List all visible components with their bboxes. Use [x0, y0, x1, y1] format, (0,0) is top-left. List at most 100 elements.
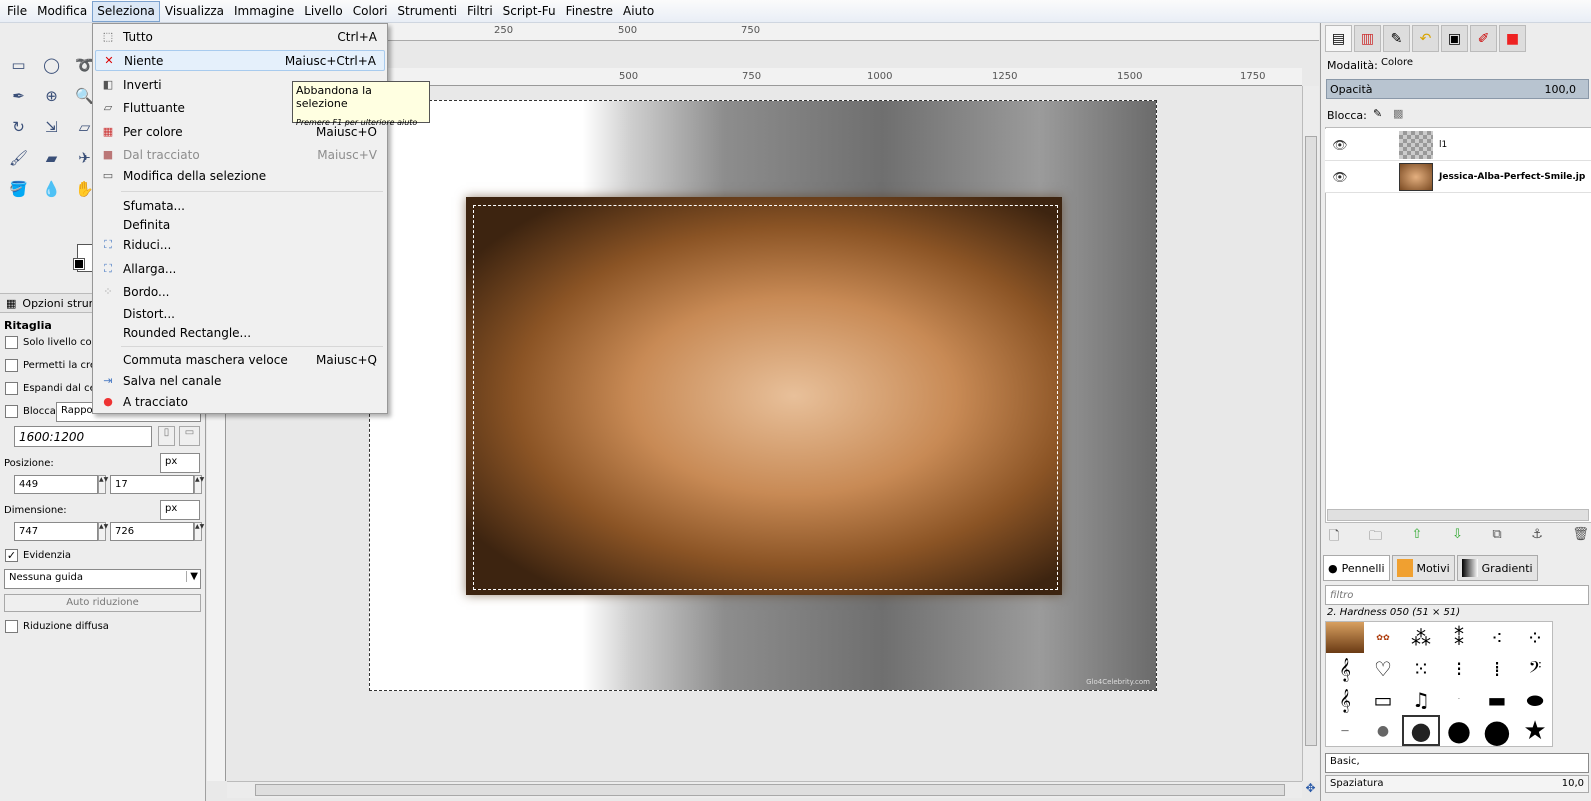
menu-item-salva-canale[interactable]: ⇥ Salva nel canale: [95, 370, 385, 391]
menu-item-modifica-selezione[interactable]: ▭ Modifica della selezione: [95, 165, 385, 186]
menu-item-bordo[interactable]: ⁘ Bordo...: [95, 281, 385, 302]
paths-icon[interactable]: ✒: [4, 82, 33, 109]
image-canvas[interactable]: Glo4Celebrity.com: [369, 100, 1157, 691]
brush-tab-icon[interactable]: ✐: [1470, 25, 1497, 52]
rect-select-icon[interactable]: ▭: [4, 51, 33, 78]
tab-pennelli[interactable]: ● Pennelli: [1323, 555, 1390, 581]
brush-item[interactable]: ⁘: [1516, 622, 1554, 653]
eye-icon[interactable]: 👁: [1325, 138, 1355, 152]
anchor-layer-icon[interactable]: ⚓: [1531, 527, 1543, 549]
brush-item[interactable]: ⁖: [1478, 622, 1516, 653]
color-tab-icon[interactable]: ■: [1499, 25, 1526, 52]
menu-aiuto[interactable]: Aiuto: [618, 1, 659, 22]
brush-item[interactable]: ✿✿: [1364, 622, 1402, 653]
brush-item[interactable]: ⁂: [1402, 622, 1440, 653]
pos-x-field[interactable]: 449: [14, 475, 98, 494]
image-tab-icon[interactable]: ▣: [1441, 25, 1468, 52]
layer-row[interactable]: 👁 l1: [1325, 129, 1591, 161]
brush-item[interactable]: —: [1326, 715, 1364, 746]
solo-livello-checkbox[interactable]: [5, 336, 18, 349]
color-picker-icon[interactable]: ⊕: [37, 82, 66, 109]
brush-item[interactable]: 𝄞: [1326, 653, 1364, 684]
layers-hscroll[interactable]: [1327, 509, 1589, 521]
brush-item[interactable]: ⁙: [1402, 653, 1440, 684]
paths-tab-icon[interactable]: ✎: [1383, 25, 1410, 52]
navigate-icon[interactable]: ✥: [1302, 781, 1319, 798]
menu-script-fu[interactable]: Script-Fu: [498, 1, 561, 22]
brush-item[interactable]: ♡: [1364, 653, 1402, 684]
dim-unit-combo[interactable]: px: [160, 500, 200, 520]
menu-item-allarga[interactable]: ⛶ Allarga...: [95, 258, 385, 279]
opacity-slider[interactable]: Opacità 100,0: [1326, 79, 1589, 99]
menu-strumenti[interactable]: Strumenti: [392, 1, 462, 22]
pos-unit-combo[interactable]: px: [160, 453, 200, 473]
vertical-scroll-thumb[interactable]: [1305, 136, 1317, 746]
layer-group-icon[interactable]: 🗀: [1369, 527, 1382, 549]
dim-w-field[interactable]: 747: [14, 522, 98, 541]
eraser-icon[interactable]: ▰: [37, 144, 66, 171]
menu-item-definita[interactable]: Definita: [95, 214, 385, 235]
menu-filtri[interactable]: Filtri: [462, 1, 498, 22]
brush-item[interactable]: ▬: [1478, 684, 1516, 715]
menu-file[interactable]: File: [2, 1, 32, 22]
evidenzia-checkbox[interactable]: ✓: [5, 549, 18, 562]
brush-item[interactable]: ♫: [1402, 684, 1440, 715]
portrait-icon[interactable]: ▯: [158, 426, 175, 446]
rotate-icon[interactable]: ↻: [4, 113, 33, 140]
layer-row[interactable]: 👁 Jessica-Alba-Perfect-Smile.jp: [1325, 161, 1591, 193]
vertical-scrollbar[interactable]: [1302, 86, 1319, 781]
brush-item[interactable]: ●: [1364, 715, 1402, 746]
menu-colori[interactable]: Colori: [348, 1, 393, 22]
bucket-icon[interactable]: 🪣: [4, 175, 33, 202]
undo-tab-icon[interactable]: ↶: [1412, 25, 1439, 52]
brush-item[interactable]: 𝄞: [1326, 684, 1364, 715]
tab-gradienti[interactable]: Gradienti: [1456, 555, 1538, 581]
layers-tab-icon[interactable]: ▤: [1325, 25, 1352, 52]
ratio-field[interactable]: 1600:1200: [14, 426, 152, 447]
pos-y-field[interactable]: 17: [110, 475, 194, 494]
brush-item-selected[interactable]: ●: [1402, 715, 1440, 746]
canvas-viewport[interactable]: Glo4Celebrity.com: [227, 86, 1302, 781]
tab-motivi[interactable]: Motivi: [1391, 555, 1455, 581]
ellipse-select-icon[interactable]: ◯: [37, 51, 66, 78]
paintbrush-icon[interactable]: 🖌: [4, 144, 33, 171]
channels-tab-icon[interactable]: ▥: [1354, 25, 1381, 52]
brush-item[interactable]: ⁑: [1440, 622, 1478, 653]
dim-w-spinner[interactable]: ▲▼: [98, 522, 108, 541]
scale-icon[interactable]: ⇲: [37, 113, 66, 140]
lock-pixels-icon[interactable]: ✎: [1373, 107, 1382, 120]
guide-combo[interactable]: Nessuna guida ▼: [4, 569, 201, 589]
auto-riduzione-button[interactable]: Auto riduzione: [4, 594, 201, 612]
new-layer-icon[interactable]: 🗋: [1329, 527, 1339, 549]
permetti-checkbox[interactable]: [5, 359, 18, 372]
pos-y-spinner[interactable]: ▲▼: [194, 475, 204, 494]
brush-item[interactable]: ⁝: [1440, 653, 1478, 684]
blur-icon[interactable]: 💧: [37, 175, 66, 202]
lower-layer-icon[interactable]: ⇩: [1452, 527, 1463, 549]
menu-item-distort[interactable]: Distort...: [95, 303, 385, 324]
brush-item[interactable]: ⁞: [1478, 653, 1516, 684]
menu-item-rounded-rectangle[interactable]: Rounded Rectangle...: [95, 322, 385, 343]
delete-layer-icon[interactable]: 🗑: [1572, 527, 1589, 549]
mode-combo[interactable]: Colore: [1377, 55, 1589, 75]
menu-finestre[interactable]: Finestre: [561, 1, 618, 22]
brush-preset-combo[interactable]: Basic,: [1325, 753, 1589, 773]
brush-item[interactable]: ★: [1516, 715, 1554, 746]
menu-livello[interactable]: Livello: [299, 1, 348, 22]
horizontal-scrollbar[interactable]: [227, 781, 1302, 798]
spacing-slider[interactable]: Spaziatura 10,0: [1325, 775, 1589, 793]
menu-seleziona[interactable]: Seleziona: [92, 0, 160, 22]
dim-h-field[interactable]: 726: [110, 522, 194, 541]
blocca-checkbox[interactable]: [5, 405, 18, 418]
eye-icon[interactable]: 👁: [1325, 170, 1355, 184]
foreground-color-swatch[interactable]: [73, 258, 85, 270]
pos-x-spinner[interactable]: ▲▼: [98, 475, 108, 494]
brush-filter-input[interactable]: [1325, 585, 1589, 605]
dim-h-spinner[interactable]: ▲▼: [194, 522, 204, 541]
menu-item-maschera-veloce[interactable]: Commuta maschera veloce Maiusc+Q: [95, 349, 385, 370]
horizontal-scroll-thumb[interactable]: [255, 784, 1285, 796]
menu-item-riduci[interactable]: ⛶ Riduci...: [95, 234, 385, 255]
brush-item[interactable]: [1326, 622, 1364, 653]
brush-item[interactable]: ⬬: [1516, 684, 1554, 715]
menu-modifica[interactable]: Modifica: [32, 1, 92, 22]
